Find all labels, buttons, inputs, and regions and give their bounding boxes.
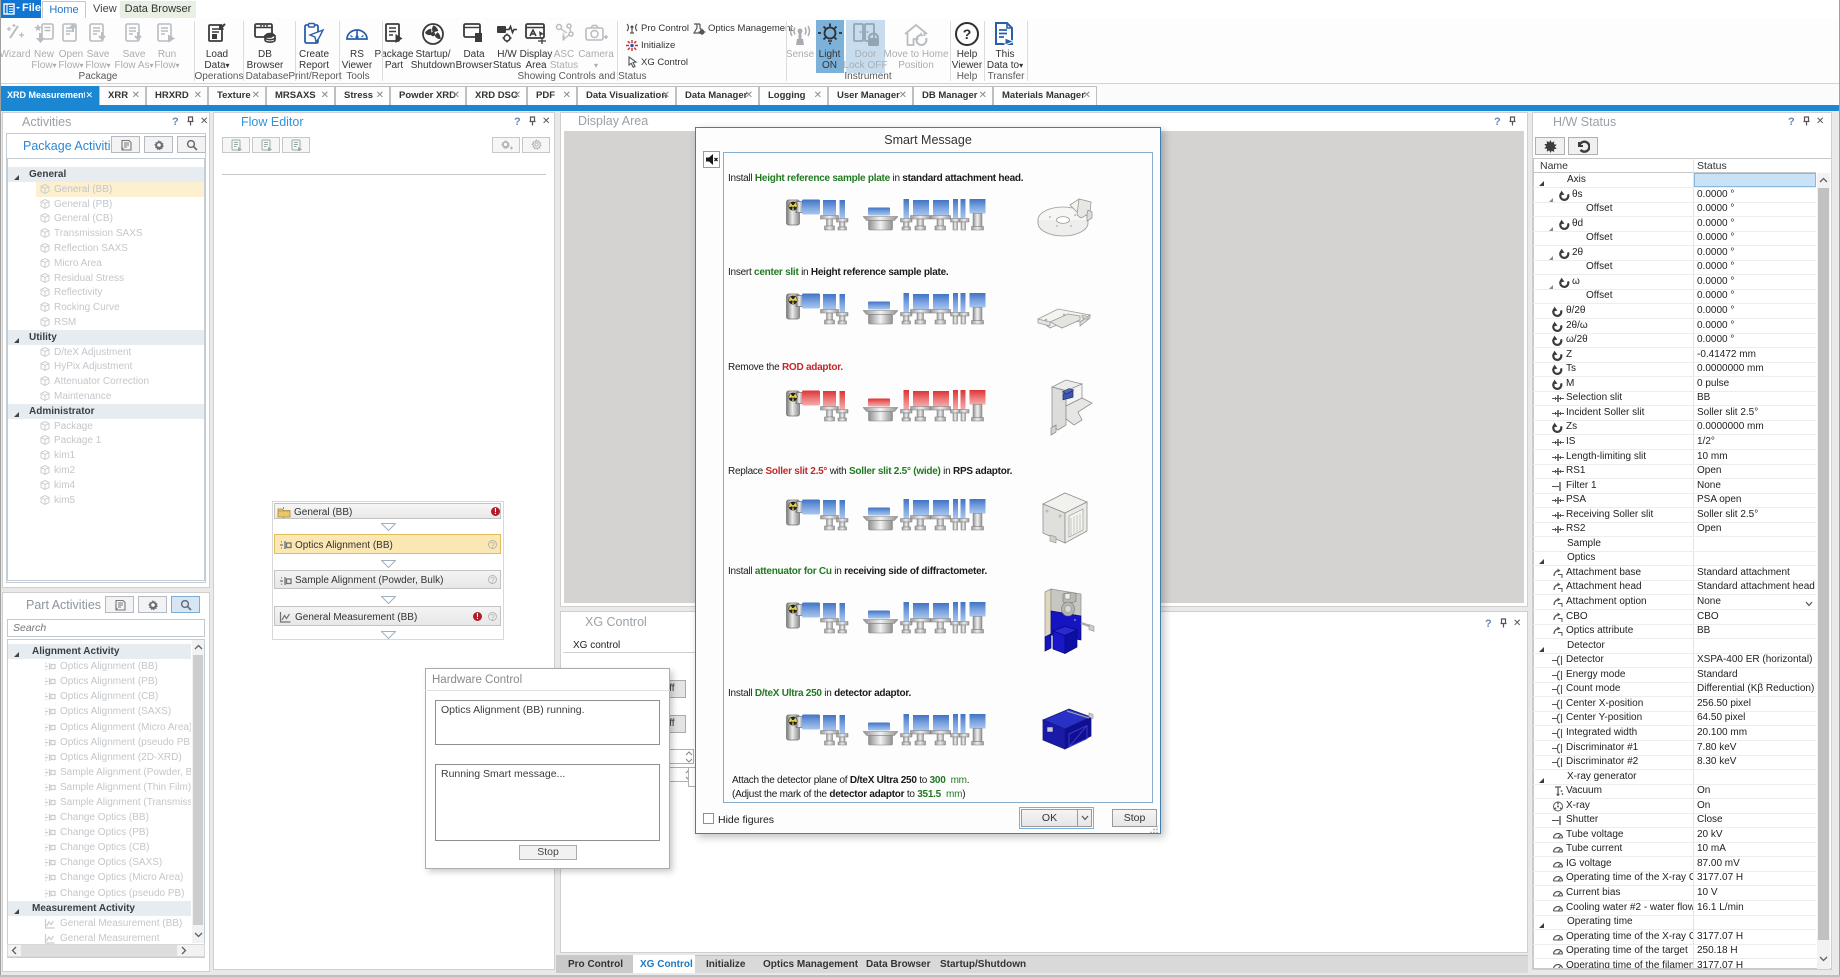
svg-text:?: ? bbox=[963, 26, 972, 42]
